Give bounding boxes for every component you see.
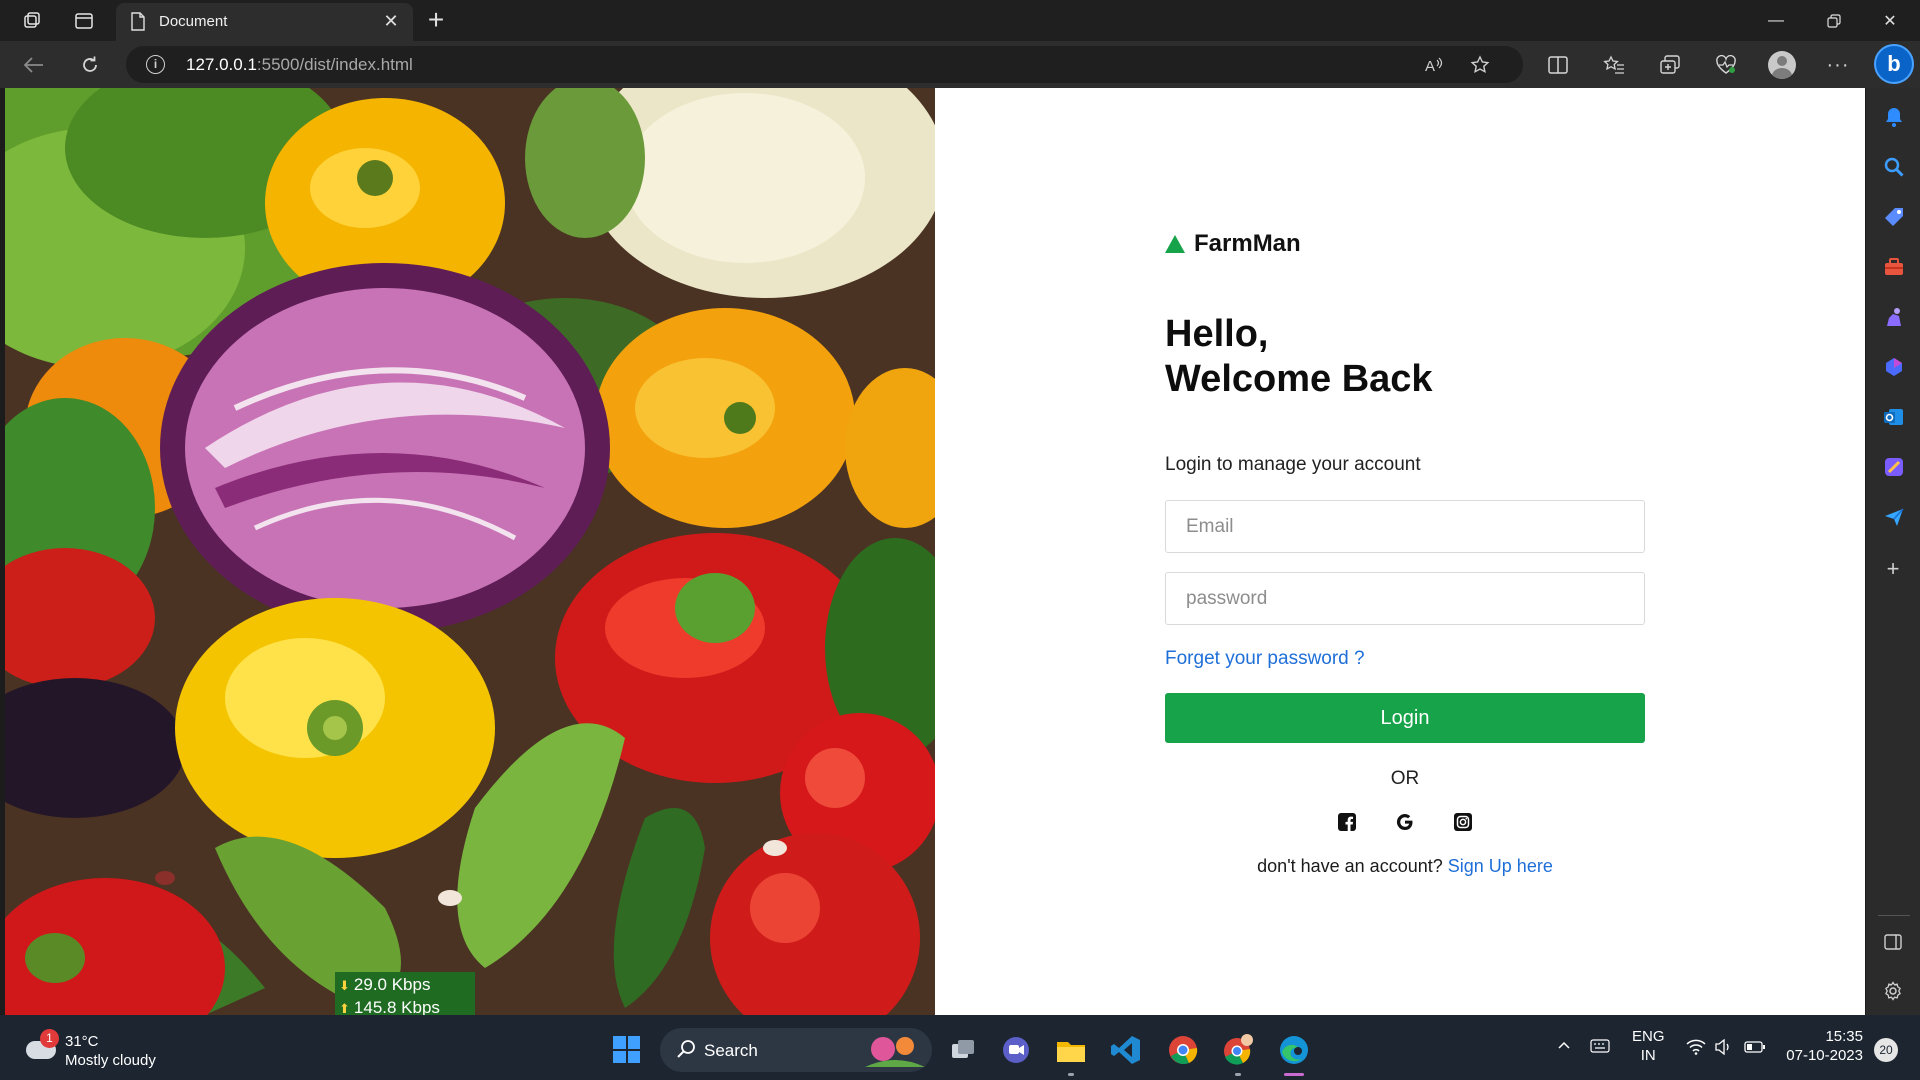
show-hidden-icons-chevron[interactable] bbox=[1556, 1037, 1572, 1057]
hide-sidebar-icon[interactable] bbox=[1881, 930, 1905, 954]
url-text[interactable]: 127.0.0.1:5500/dist/index.html bbox=[186, 55, 413, 75]
restore-button[interactable] bbox=[1804, 0, 1864, 41]
favorites-icon[interactable] bbox=[1596, 50, 1632, 80]
sidebar-divider bbox=[1878, 915, 1910, 916]
search-icon[interactable] bbox=[1883, 156, 1905, 178]
refresh-button[interactable] bbox=[72, 49, 108, 81]
login-button[interactable]: Login bbox=[1165, 693, 1645, 743]
clock-time: 15:35 bbox=[1825, 1028, 1863, 1045]
back-button[interactable] bbox=[16, 49, 52, 81]
browser-essentials-icon[interactable] bbox=[1708, 50, 1744, 80]
instagram-icon[interactable] bbox=[1452, 811, 1474, 833]
favorite-star-icon[interactable] bbox=[1462, 51, 1498, 79]
microsoft-365-icon[interactable] bbox=[1883, 356, 1905, 378]
signup-prompt: don't have an account? Sign Up here bbox=[1257, 856, 1553, 876]
settings-gear-icon[interactable] bbox=[1881, 979, 1905, 1003]
temperature: 31°C bbox=[65, 1033, 99, 1050]
task-view-icon[interactable] bbox=[947, 1034, 979, 1066]
clock-date: 07-10-2023 bbox=[1786, 1047, 1863, 1064]
svg-text:A: A bbox=[1425, 58, 1435, 74]
games-icon[interactable] bbox=[1883, 306, 1905, 328]
language-indicator[interactable]: ENG IN bbox=[1632, 1027, 1665, 1065]
browser-navbar: i 127.0.0.1:5500/dist/index.html A ··· b bbox=[0, 41, 1920, 88]
battery-icon[interactable] bbox=[1744, 1040, 1766, 1058]
add-sidebar-app-icon[interactable]: + bbox=[1881, 556, 1905, 581]
wifi-icon[interactable] bbox=[1686, 1039, 1706, 1059]
minimize-button[interactable]: ― bbox=[1746, 0, 1806, 41]
volume-icon[interactable] bbox=[1714, 1038, 1732, 1059]
split-screen-icon[interactable] bbox=[1540, 50, 1576, 80]
new-tab-button[interactable]: + bbox=[420, 6, 452, 36]
web-page: ⬇ 29.0 Kbps ⬆ 145.8 Kbps FarmMan Hello, We… bbox=[5, 88, 1865, 1015]
greeting-line-1: Hello, bbox=[1165, 313, 1269, 355]
greeting-line-2: Welcome Back bbox=[1165, 358, 1433, 400]
chrome-icon[interactable] bbox=[1167, 1034, 1199, 1066]
system-clock[interactable]: 15:35 07-10-2023 bbox=[1783, 1027, 1863, 1065]
file-explorer-icon[interactable] bbox=[1055, 1034, 1087, 1076]
brand-logo[interactable]: FarmMan bbox=[1165, 230, 1301, 258]
login-panel: FarmMan Hello, Welcome Back Login to man… bbox=[1165, 88, 1645, 1015]
read-aloud-icon[interactable]: A bbox=[1416, 51, 1452, 79]
signup-link[interactable]: Sign Up here bbox=[1448, 856, 1553, 876]
email-field[interactable] bbox=[1165, 500, 1645, 553]
workspaces-icon[interactable] bbox=[10, 0, 54, 41]
profile-avatar[interactable] bbox=[1768, 51, 1796, 79]
site-info-icon[interactable]: i bbox=[146, 55, 165, 74]
tab-title: Document bbox=[159, 13, 228, 30]
weather-condition: Mostly cloudy bbox=[65, 1052, 156, 1069]
edge-sidebar: + bbox=[1866, 88, 1920, 1015]
collections-icon[interactable] bbox=[1652, 50, 1688, 80]
brand-name: FarmMan bbox=[1194, 230, 1301, 257]
more-options-icon[interactable]: ··· bbox=[1820, 50, 1856, 80]
welcome-heading: Hello, Welcome Back bbox=[1165, 312, 1433, 402]
taskbar-search[interactable]: Search bbox=[660, 1028, 932, 1072]
send-icon[interactable] bbox=[1883, 506, 1905, 528]
shopping-tag-icon[interactable] bbox=[1883, 206, 1905, 228]
or-divider: OR bbox=[1390, 768, 1420, 789]
browser-titlebar: Document ✕ + ― ✕ bbox=[0, 0, 1920, 41]
login-subtitle: Login to manage your account bbox=[1165, 454, 1421, 475]
outlook-icon[interactable] bbox=[1883, 406, 1905, 428]
edge-browser-icon[interactable] bbox=[1278, 1034, 1310, 1076]
network-speed-overlay: ⬇ 29.0 Kbps ⬆ 145.8 Kbps bbox=[335, 972, 475, 1015]
document-icon bbox=[131, 12, 145, 31]
designer-icon[interactable] bbox=[1883, 456, 1905, 478]
password-field[interactable] bbox=[1165, 572, 1645, 625]
search-label: Search bbox=[704, 1041, 758, 1060]
google-icon[interactable] bbox=[1394, 811, 1416, 833]
tab-actions-icon[interactable] bbox=[62, 0, 106, 41]
hot-air-balloon-icon bbox=[865, 1037, 925, 1067]
address-bar[interactable]: i 127.0.0.1:5500/dist/index.html A bbox=[126, 46, 1523, 83]
close-window-button[interactable]: ✕ bbox=[1860, 0, 1920, 41]
chrome-profile-icon[interactable] bbox=[1222, 1034, 1254, 1076]
forgot-password-link[interactable]: Forget your password ? bbox=[1165, 648, 1365, 670]
vegetables-hero-image: ⬇ 29.0 Kbps ⬆ 145.8 Kbps bbox=[5, 88, 935, 1015]
search-icon bbox=[677, 1040, 695, 1058]
windows-start-icon[interactable] bbox=[613, 1036, 640, 1063]
upload-speed: 145.8 Kbps bbox=[353, 998, 440, 1015]
vscode-icon[interactable] bbox=[1110, 1034, 1142, 1066]
tab-document[interactable]: Document ✕ bbox=[116, 3, 413, 41]
tools-icon[interactable] bbox=[1883, 256, 1905, 278]
weather-widget[interactable]: 1 31°C Mostly cloudy bbox=[20, 1029, 190, 1069]
notification-count-badge[interactable]: 20 bbox=[1874, 1038, 1898, 1062]
bing-copilot-icon[interactable]: b bbox=[1874, 44, 1914, 84]
close-tab-icon[interactable]: ✕ bbox=[379, 9, 403, 33]
teams-chat-icon[interactable] bbox=[1000, 1034, 1032, 1066]
weather-badge: 1 bbox=[40, 1029, 59, 1048]
facebook-icon[interactable] bbox=[1336, 811, 1358, 833]
download-speed: 29.0 Kbps bbox=[353, 975, 431, 994]
keyboard-icon[interactable] bbox=[1590, 1039, 1610, 1057]
triangle-logo-icon bbox=[1165, 235, 1185, 253]
windows-taskbar: 1 31°C Mostly cloudy Search ENG IN 15:35… bbox=[0, 1015, 1920, 1080]
bell-icon[interactable] bbox=[1883, 106, 1905, 128]
